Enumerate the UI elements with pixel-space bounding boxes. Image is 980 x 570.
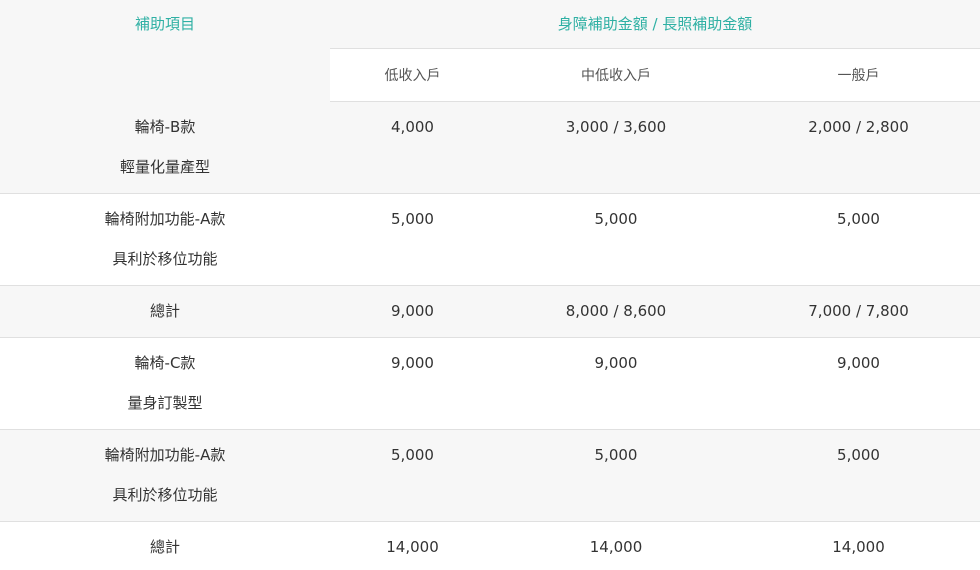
item-subtitle: 具利於移位功能 <box>0 249 330 269</box>
item-subtitle: 具利於移位功能 <box>0 485 330 505</box>
header-row-top: 補助項目 身障補助金額 / 長照補助金額 <box>0 0 980 49</box>
general-cell: 2,000 / 2,800 <box>737 102 980 194</box>
general-amount: 5,000 <box>737 430 980 465</box>
low-income-cell: 4,000 <box>330 102 495 194</box>
subsidy-table: 補助項目 身障補助金額 / 長照補助金額 低收入戶 中低收入戶 一般戶 輪椅-B… <box>0 0 980 570</box>
table-row: 輪椅-C款量身訂製型 9,000 9,000 9,000 <box>0 338 980 430</box>
general-amount: 7,000 / 7,800 <box>737 286 980 321</box>
item-cell: 輪椅附加功能-A款具利於移位功能 <box>0 194 330 286</box>
table-row: 輪椅附加功能-A款具利於移位功能 5,000 5,000 5,000 <box>0 194 980 286</box>
item-name: 總計 <box>0 522 330 557</box>
mid-low-income-cell: 14,000 <box>495 522 737 570</box>
table-row: 輪椅附加功能-A款具利於移位功能 5,000 5,000 5,000 <box>0 430 980 522</box>
item-name: 輪椅附加功能-A款 <box>105 446 226 464</box>
mid-low-income-cell: 3,000 / 3,600 <box>495 102 737 194</box>
item-cell: 輪椅附加功能-A款具利於移位功能 <box>0 430 330 522</box>
general-amount: 5,000 <box>737 194 980 229</box>
mid-low-income-amount: 3,000 / 3,600 <box>495 102 737 137</box>
general-cell: 5,000 <box>737 430 980 522</box>
table-row: 輪椅-B款輕量化量產型 4,000 3,000 / 3,600 2,000 / … <box>0 102 980 194</box>
low-income-amount: 5,000 <box>330 430 495 465</box>
item-subtitle: 量身訂製型 <box>0 393 330 413</box>
header-amount-title: 身障補助金額 / 長照補助金額 <box>330 0 980 34</box>
low-income-amount: 9,000 <box>330 286 495 321</box>
table-row-total: 總計 14,000 14,000 14,000 <box>0 522 980 570</box>
mid-low-income-amount: 5,000 <box>495 194 737 229</box>
mid-low-income-cell: 8,000 / 8,600 <box>495 286 737 338</box>
mid-low-income-amount: 14,000 <box>495 522 737 557</box>
table-header: 補助項目 身障補助金額 / 長照補助金額 低收入戶 中低收入戶 一般戶 <box>0 0 980 102</box>
low-income-amount: 9,000 <box>330 338 495 373</box>
item-cell: 輪椅-B款輕量化量產型 <box>0 102 330 194</box>
item-subtitle: 輕量化量產型 <box>0 157 330 177</box>
mid-low-income-amount: 9,000 <box>495 338 737 373</box>
table-row-total: 總計 9,000 8,000 / 8,600 7,000 / 7,800 <box>0 286 980 338</box>
low-income-cell: 14,000 <box>330 522 495 570</box>
item-name: 總計 <box>0 286 330 321</box>
header-item-cell: 補助項目 <box>0 0 330 102</box>
table-body: 輪椅-B款輕量化量產型 4,000 3,000 / 3,600 2,000 / … <box>0 102 980 570</box>
low-income-cell: 9,000 <box>330 286 495 338</box>
general-cell: 14,000 <box>737 522 980 570</box>
item-name: 輪椅-C款 <box>135 354 196 372</box>
low-income-amount: 14,000 <box>330 522 495 557</box>
item-name: 輪椅-B款 <box>135 118 196 136</box>
item-cell: 總計 <box>0 522 330 570</box>
low-income-amount: 5,000 <box>330 194 495 229</box>
header-col-mid-low-income: 中低收入戶 <box>495 49 737 102</box>
mid-low-income-amount: 8,000 / 8,600 <box>495 286 737 321</box>
header-col-general: 一般戶 <box>737 49 980 102</box>
header-amount-cell: 身障補助金額 / 長照補助金額 <box>330 0 980 49</box>
header-item-title: 補助項目 <box>0 0 330 34</box>
low-income-amount: 4,000 <box>330 102 495 137</box>
header-col-low-income: 低收入戶 <box>330 49 495 102</box>
mid-low-income-cell: 5,000 <box>495 194 737 286</box>
mid-low-income-cell: 9,000 <box>495 338 737 430</box>
item-name: 輪椅附加功能-A款 <box>105 210 226 228</box>
low-income-cell: 9,000 <box>330 338 495 430</box>
item-cell: 輪椅-C款量身訂製型 <box>0 338 330 430</box>
general-amount: 2,000 / 2,800 <box>737 102 980 137</box>
mid-low-income-amount: 5,000 <box>495 430 737 465</box>
low-income-cell: 5,000 <box>330 194 495 286</box>
general-amount: 14,000 <box>737 522 980 557</box>
general-cell: 7,000 / 7,800 <box>737 286 980 338</box>
general-cell: 5,000 <box>737 194 980 286</box>
low-income-cell: 5,000 <box>330 430 495 522</box>
general-cell: 9,000 <box>737 338 980 430</box>
general-amount: 9,000 <box>737 338 980 373</box>
item-cell: 總計 <box>0 286 330 338</box>
mid-low-income-cell: 5,000 <box>495 430 737 522</box>
